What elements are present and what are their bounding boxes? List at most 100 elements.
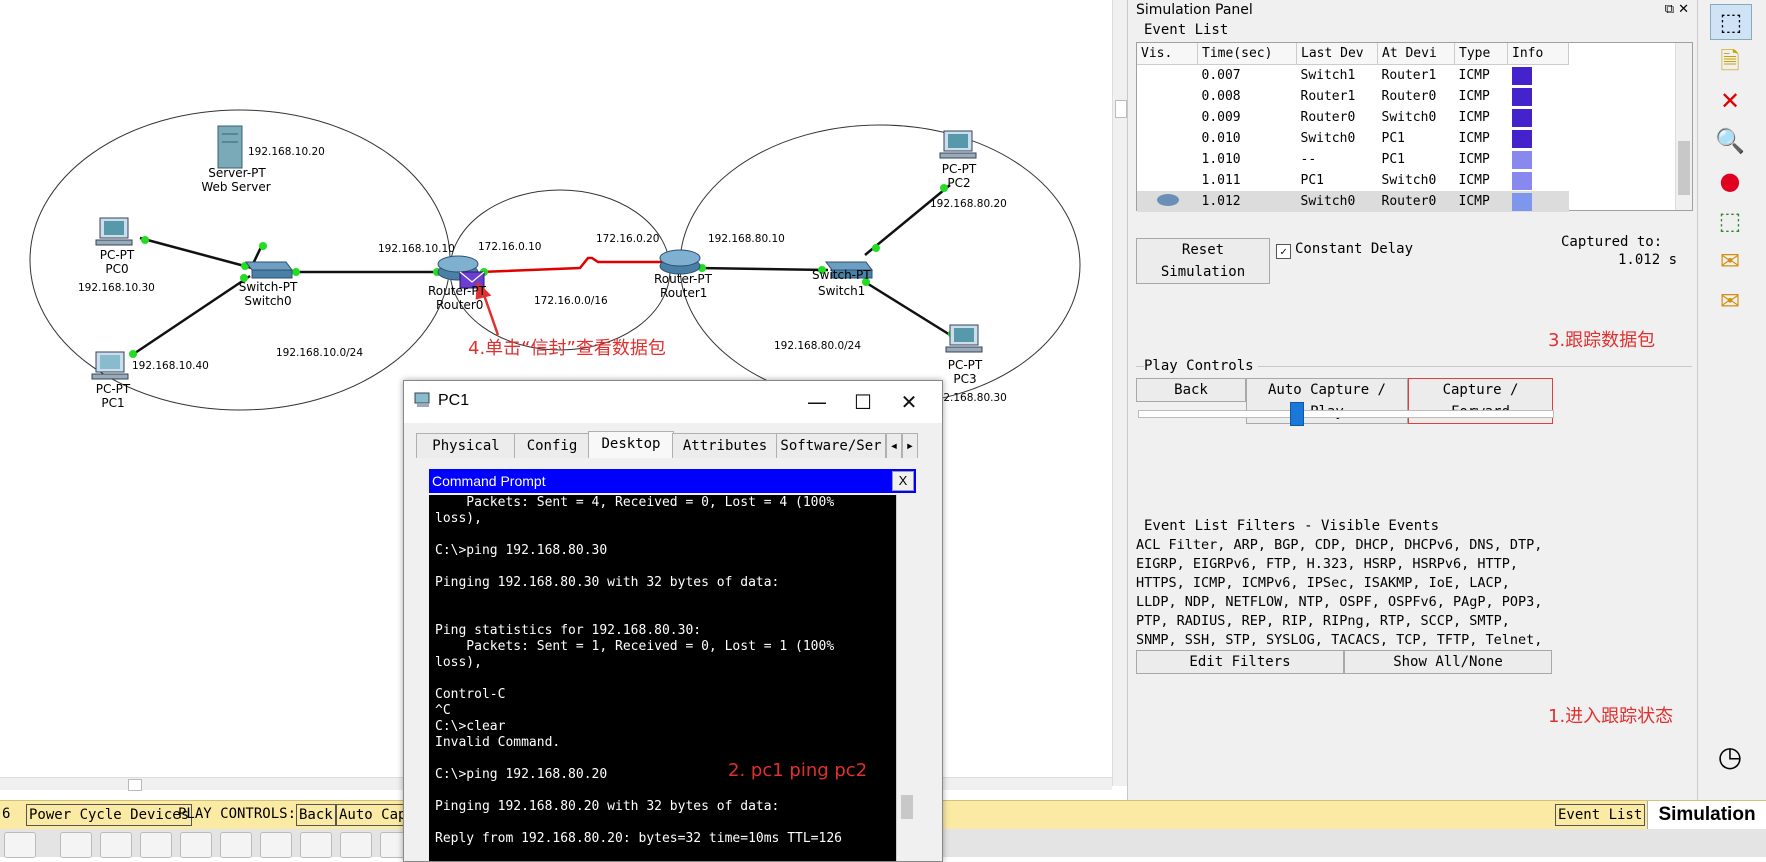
pc2-type-label: PC-PT	[941, 162, 977, 176]
event-info-color-box[interactable]	[1511, 150, 1532, 169]
tab-physical[interactable]: Physical	[416, 433, 516, 458]
router0-name-label: Router0	[436, 298, 484, 312]
net-left-label: 192.168.10.0/24	[276, 347, 364, 359]
event-info-color-box[interactable]	[1511, 87, 1532, 106]
canvas-vertical-scrollbar[interactable]	[1112, 0, 1127, 786]
power-cycle-devices-button[interactable]: Power Cycle Devices	[26, 804, 193, 826]
pc0-ip-label: 192.168.10.30	[78, 282, 155, 294]
reset-simulation-button[interactable]: Reset Simulation	[1136, 238, 1270, 284]
event-list-table[interactable]: Vis. Time(sec) Last Dev At Devi Type Info 0.0…	[1136, 42, 1693, 212]
tab-scroll-right-icon[interactable]: ▸	[902, 433, 918, 458]
maximize-icon[interactable]: ☐	[840, 387, 886, 417]
tray-coax-cable-icon[interactable]	[300, 832, 332, 858]
select-tool-icon[interactable]: ⬚	[1710, 4, 1752, 40]
event-row[interactable]: 0.010 Switch0 PC1 ICMP	[1137, 128, 1569, 149]
tab-attributes[interactable]: Attributes	[672, 433, 778, 458]
pc0-name-label: PC0	[105, 262, 129, 276]
tray-straight-cable-icon[interactable]	[140, 832, 172, 858]
annotation-4: 4.单击“信封”查看数据包	[468, 338, 666, 359]
event-row[interactable]: 0.008 Router1 Router0 ICMP	[1137, 86, 1569, 107]
pc0-icon[interactable]	[95, 217, 133, 246]
annotation-1: 1.进入跟踪状态	[1548, 706, 1674, 727]
command-prompt-terminal[interactable]: Packets: Sent = 4, Received = 0, Lost = …	[429, 495, 896, 861]
event-col-4[interactable]: Type	[1454, 43, 1508, 65]
resize-tool-icon[interactable]: ⬚	[1710, 204, 1750, 238]
play-speed-slider-track[interactable]	[1138, 410, 1554, 418]
add-complex-pdu-icon[interactable]: ✉	[1710, 284, 1750, 318]
show-all-none-button[interactable]: Show All/None	[1344, 650, 1552, 674]
event-col-1[interactable]: Time(sec)	[1197, 43, 1297, 65]
minimize-icon[interactable]: —	[794, 387, 840, 417]
tray-serial-dce-icon[interactable]	[340, 832, 372, 858]
tray-auto-connection-icon[interactable]	[60, 832, 92, 858]
annotation-3: 3.跟踪数据包	[1548, 330, 1656, 351]
tray-phone-cable-icon[interactable]	[260, 832, 292, 858]
tray-cloud-icon[interactable]	[4, 832, 36, 858]
tab-software-services[interactable]: Software/Ser	[776, 433, 886, 458]
pc1-icon[interactable]	[91, 351, 129, 380]
event-list-toggle-button[interactable]: Event List	[1555, 804, 1646, 826]
event-last: Switch0	[1300, 131, 1356, 146]
sim-panel-title: Simulation Panel	[1136, 2, 1253, 18]
pc1-window-titlebar[interactable]: PC1 — ☐ ✕	[404, 381, 942, 423]
event-info-color-box[interactable]	[1511, 108, 1532, 127]
event-col-5[interactable]: Info	[1507, 43, 1569, 65]
server-web-icon[interactable]	[217, 125, 243, 169]
event-row[interactable]: 1.012 Switch0 Router0 ICMP	[1137, 191, 1569, 212]
event-row[interactable]: 0.009 Router0 Switch0 ICMP	[1137, 107, 1569, 128]
event-row[interactable]: 1.010 -- PC1 ICMP	[1137, 149, 1569, 170]
tray-console-cable-icon[interactable]	[100, 832, 132, 858]
terminal-output: Packets: Sent = 4, Received = 0, Lost = …	[435, 495, 842, 846]
tab-config[interactable]: Config	[514, 433, 590, 458]
event-time: 1.012	[1197, 191, 1297, 212]
switch0-type-label: Switch-PT	[238, 280, 298, 294]
tray-cross-cable-icon[interactable]	[180, 832, 212, 858]
delete-tool-icon[interactable]: ✕	[1710, 84, 1750, 118]
pc2-icon[interactable]	[939, 130, 977, 159]
event-type: ICMP	[1458, 68, 1490, 83]
event-at: Switch0	[1381, 110, 1437, 125]
event-col-0[interactable]: Vis.	[1137, 43, 1198, 65]
close-icon[interactable]: ✕	[886, 387, 932, 417]
r0-wan-ip-label: 172.16.0.10	[478, 241, 542, 253]
inspect-tool-icon[interactable]: 🔍	[1710, 124, 1750, 158]
command-prompt-close-icon[interactable]: X	[892, 471, 914, 491]
realtime-clock-icon[interactable]: ◷	[1710, 740, 1750, 774]
pc2-ip-label: 192.168.80.20	[930, 198, 1007, 210]
event-info-color-box[interactable]	[1511, 129, 1532, 148]
bottom-auto-capture-button[interactable]: Auto Cap	[336, 804, 410, 826]
tab-scroll-left-icon[interactable]: ◂	[886, 433, 902, 458]
constant-delay-checkbox[interactable]: ✓ Constant Delay	[1276, 241, 1413, 259]
switch0-icon[interactable]	[245, 261, 293, 279]
note-tool-icon[interactable]: 🗎	[1710, 44, 1750, 78]
event-at: Router0	[1381, 89, 1437, 104]
event-list-scrollbar[interactable]	[1675, 43, 1692, 210]
pc3-icon[interactable]	[945, 324, 983, 353]
tab-desktop[interactable]: Desktop	[588, 431, 674, 458]
router1-name-label: Router1	[660, 286, 708, 300]
event-row[interactable]: 0.007 Switch1 Router1 ICMP	[1137, 65, 1569, 87]
event-info-color-box[interactable]	[1511, 66, 1532, 85]
play-speed-slider-thumb[interactable]	[1290, 402, 1304, 426]
bottom-left-number: 6	[2, 806, 11, 822]
play-controls-text: PLAY CONTROLS:	[178, 806, 297, 822]
edit-filters-button[interactable]: Edit Filters	[1136, 650, 1344, 674]
bottom-back-button[interactable]: Back	[296, 804, 336, 826]
tray-fiber-cable-icon[interactable]	[220, 832, 252, 858]
right-toolbar: ⬚ 🗎 ✕ 🔍 ● ⬚ ✉ ✉ ◷	[1697, 0, 1766, 800]
sim-panel-window-icons[interactable]: ⧉ ✕	[1665, 2, 1689, 17]
router1-icon[interactable]	[659, 249, 701, 275]
back-button[interactable]: Back	[1136, 378, 1246, 402]
terminal-scrollbar[interactable]	[896, 495, 917, 861]
simulation-mode-tab[interactable]: Simulation	[1647, 801, 1766, 829]
add-simple-pdu-icon[interactable]: ✉	[1710, 244, 1750, 278]
event-col-3[interactable]: At Devi	[1377, 43, 1455, 65]
draw-ellipse-tool-icon[interactable]: ●	[1710, 164, 1750, 198]
event-row[interactable]: 1.011 PC1 Switch0 ICMP	[1137, 170, 1569, 191]
event-info-color-box[interactable]	[1511, 171, 1532, 190]
event-col-2[interactable]: Last Dev	[1296, 43, 1378, 65]
eye-icon	[1157, 193, 1179, 206]
event-at: Router0	[1377, 191, 1455, 212]
event-type: ICMP	[1458, 173, 1490, 188]
event-info-color-box[interactable]	[1511, 192, 1532, 211]
